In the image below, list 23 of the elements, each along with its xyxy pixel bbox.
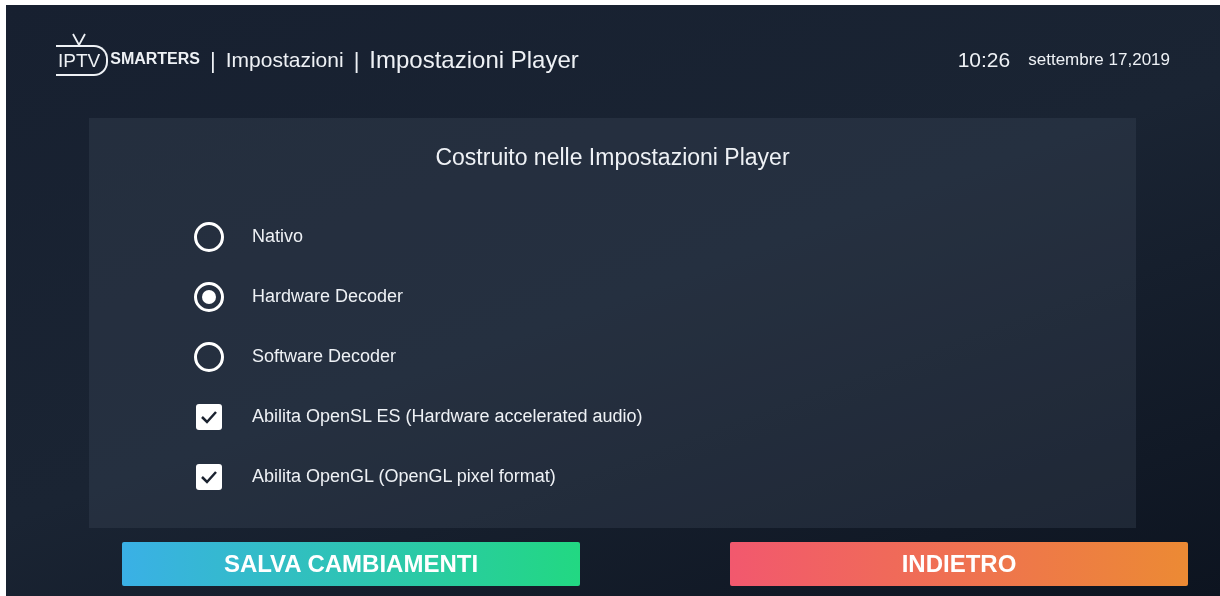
logo-text: SMARTERS <box>110 48 200 69</box>
antenna-icon <box>70 31 88 46</box>
option-label: Software Decoder <box>252 345 397 368</box>
radio-button[interactable] <box>194 341 224 372</box>
checkbox[interactable] <box>196 403 222 430</box>
checkmark-icon <box>200 409 218 424</box>
option-label: Nativo <box>252 225 304 248</box>
breadcrumb-section: Impostazioni <box>225 44 344 76</box>
option-label: Abilita OpenSL ES (Hardware accelerated audio) <box>252 405 643 428</box>
option-label: Hardware Decoder <box>252 285 404 308</box>
back-button[interactable]: INDIETRO <box>730 542 1188 586</box>
date-text: settembre 17,2019 <box>1028 49 1170 72</box>
save-button[interactable]: SALVA CAMBIAMENTI <box>122 542 580 586</box>
checkmark-icon <box>200 469 218 484</box>
radio-button[interactable] <box>194 221 224 252</box>
page-title: Impostazioni Player <box>369 45 579 75</box>
separator: | <box>210 46 216 75</box>
clock-time: 10:26 <box>957 47 1011 74</box>
option-label: Abilita OpenGL (OpenGL pixel format) <box>252 465 556 488</box>
panel-title: Costruito nelle Impostazioni Player <box>434 143 791 172</box>
checkbox[interactable] <box>196 463 222 490</box>
radio-button[interactable] <box>194 281 224 312</box>
separator: | <box>353 46 360 75</box>
